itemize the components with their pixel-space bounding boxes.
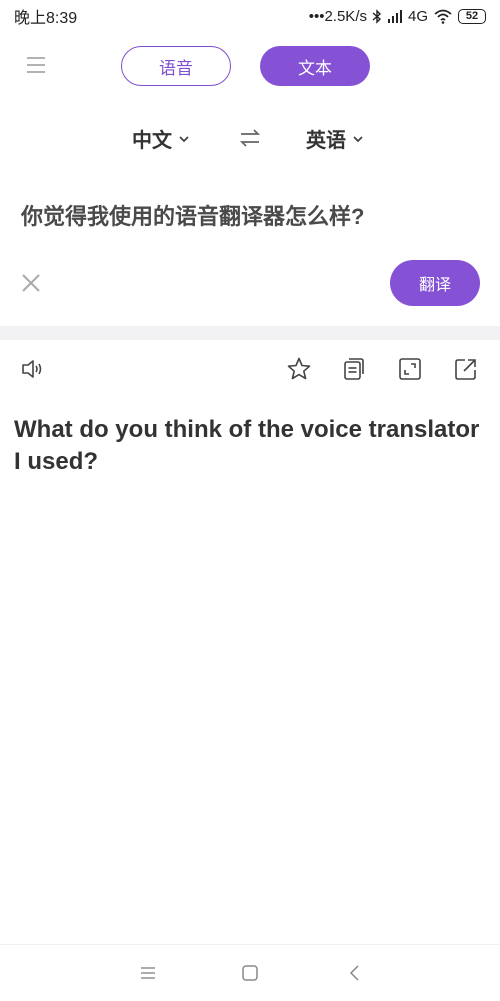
language-selector: 中文 英语: [0, 118, 500, 158]
bluetooth-icon: [372, 8, 382, 24]
tab-text[interactable]: 文本: [260, 46, 370, 86]
source-text-input[interactable]: 你觉得我使用的语音翻译器怎么样?: [21, 200, 481, 234]
chevron-down-icon: [179, 135, 189, 142]
status-bar: 晚上8:39 •••2.5K/s 4G 52: [0, 0, 500, 32]
section-divider: [0, 326, 500, 340]
fullscreen-icon[interactable]: [397, 356, 423, 382]
close-icon[interactable]: [20, 272, 42, 294]
hamburger-menu-icon[interactable]: [26, 55, 46, 75]
source-language-select[interactable]: 中文: [132, 124, 189, 153]
system-navigation-bar: [0, 944, 500, 1001]
network-type: 4G: [407, 7, 428, 25]
star-icon[interactable]: [286, 356, 312, 382]
status-indicators: •••2.5K/s 4G 52: [309, 8, 486, 25]
recents-menu-icon[interactable]: [138, 963, 158, 983]
chevron-down-icon: [353, 135, 363, 142]
tab-voice[interactable]: 语音: [121, 46, 231, 86]
signal-icon: [387, 9, 402, 23]
translation-result: What do you think of the voice translato…: [14, 416, 480, 475]
result-toolbar: [0, 352, 500, 386]
share-icon[interactable]: [453, 356, 479, 382]
speaker-icon[interactable]: [20, 356, 46, 382]
top-bar: 语音 文本: [0, 44, 500, 88]
source-language-label: 中文: [132, 130, 172, 152]
home-square-icon[interactable]: [240, 963, 260, 983]
status-time: 晚上8:39: [14, 10, 78, 27]
target-language-label: 英语: [306, 130, 346, 152]
wifi-icon: [434, 9, 452, 24]
swap-arrows-icon[interactable]: [238, 126, 262, 150]
back-chevron-icon[interactable]: [345, 963, 365, 983]
battery-icon: 52: [458, 8, 486, 24]
network-speed: •••2.5K/s: [308, 7, 367, 25]
copy-icon[interactable]: [341, 356, 367, 382]
translate-button[interactable]: 翻译: [390, 260, 480, 306]
target-language-select[interactable]: 英语: [306, 124, 363, 153]
